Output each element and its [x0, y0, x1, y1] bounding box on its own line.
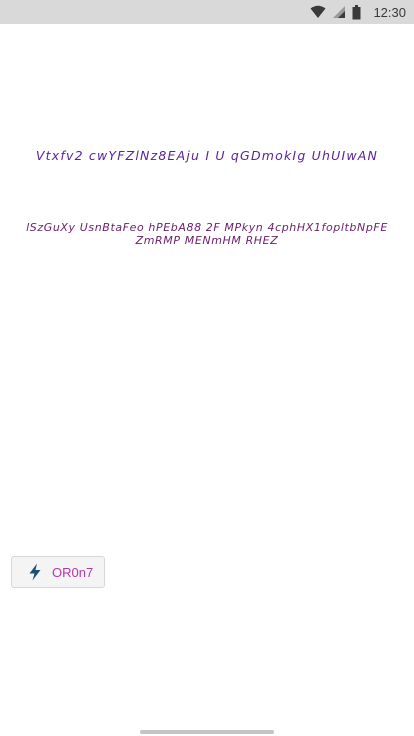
status-time: 12:30	[373, 4, 406, 20]
wifi-icon	[310, 5, 326, 19]
action-button[interactable]: OR0n7	[11, 556, 105, 588]
lightning-bolt-icon	[29, 563, 41, 581]
title-text: Vtxfv2 cwYFZlNz8EAju I U qGDmokIg UhUIwA…	[35, 148, 379, 163]
cellular-signal-icon	[332, 5, 346, 19]
app-screen: 12:30 Vtxfv2 cwYFZlNz8EAju I U qGDmokIg …	[0, 0, 414, 736]
subtitle-line-1: lSzGuXy UsnBtaFeo hPEbA88 2F MPkyn 4cphH…	[26, 221, 388, 234]
gesture-nav-handle[interactable]	[140, 730, 274, 734]
battery-icon	[352, 4, 361, 20]
status-icons: 12:30	[310, 0, 406, 24]
subtitle-line-2: ZmRMP MENmHM RHEZ	[135, 234, 279, 247]
action-button-label: OR0n7	[52, 564, 94, 580]
status-bar: 12:30	[0, 0, 414, 24]
subtitle-text: lSzGuXy UsnBtaFeo hPEbA88 2F MPkyn 4cphH…	[0, 221, 414, 247]
